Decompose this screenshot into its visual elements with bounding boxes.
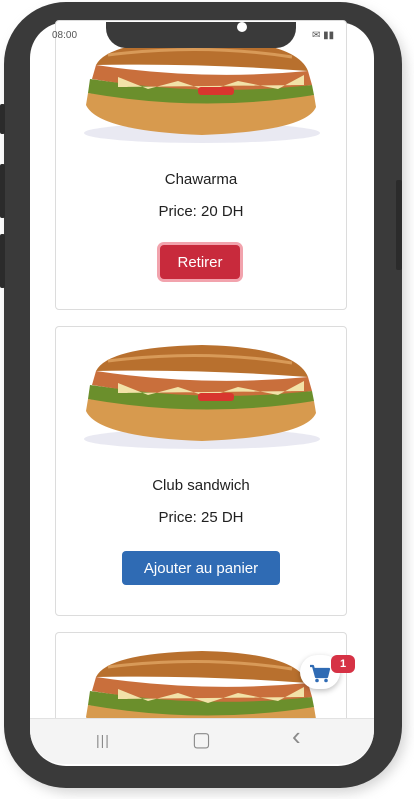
volume-up-button	[0, 104, 5, 134]
product-name: Club sandwich	[152, 477, 250, 494]
product-name: Chawarma	[164, 171, 238, 188]
notch	[106, 22, 296, 48]
product-card: Chawarma Price: 20 DH Retirer	[55, 20, 347, 310]
product-price: Price: 20 DH	[158, 203, 244, 220]
status-icons: ✉ ▮▮	[312, 30, 335, 41]
volume-down-button	[0, 164, 5, 218]
side-button	[0, 234, 5, 288]
back-icon[interactable]: ‹	[292, 723, 301, 749]
power-button	[396, 180, 402, 270]
status-time: 08:00	[52, 30, 78, 41]
recents-icon[interactable]: |||	[96, 731, 110, 749]
product-price: Price: 25 DH	[158, 509, 244, 526]
product-card: Club sandwich Price: 25 DH Ajouter au pa…	[55, 326, 347, 616]
home-icon[interactable]: ▢	[192, 730, 211, 750]
remove-from-cart-button[interactable]: Retirer	[160, 245, 240, 279]
system-nav-bar: ||| ▢ ‹	[30, 718, 374, 764]
cart-count-badge: 1	[331, 655, 355, 673]
sandwich-image	[84, 345, 320, 449]
add-to-cart-button[interactable]: Ajouter au panier	[122, 551, 280, 585]
camera-icon	[237, 22, 247, 32]
sandwich-image	[84, 39, 320, 143]
